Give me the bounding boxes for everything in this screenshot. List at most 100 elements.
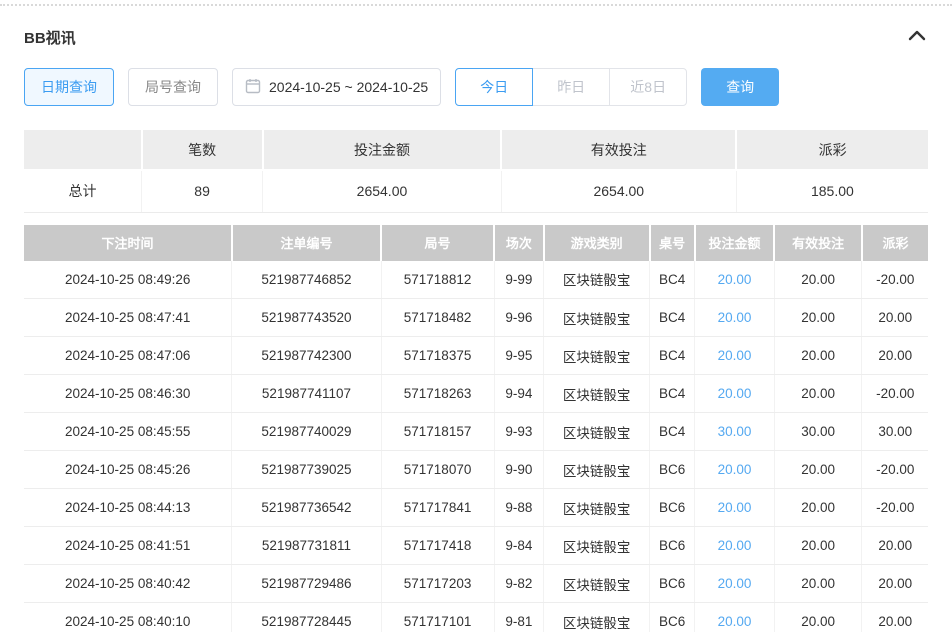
date-query-tab[interactable]: 日期查询 (24, 68, 114, 106)
cell-table-no: BC4 (650, 261, 695, 299)
bet-amount-link[interactable]: 20.00 (718, 614, 752, 629)
summary-header-cell: 投注金额 (263, 130, 502, 170)
quick-today-button[interactable]: 今日 (455, 68, 533, 106)
cell-valid-bet: 20.00 (774, 489, 862, 527)
cell-valid-bet: 20.00 (774, 337, 862, 375)
quick-yesterday-button[interactable]: 昨日 (532, 68, 610, 106)
cell-game-type: 区块链骰宝 (544, 489, 650, 527)
quick-last8days-button[interactable]: 近8日 (609, 68, 687, 106)
summary-total-row: 总计 89 2654.00 2654.00 185.00 (24, 170, 928, 212)
cell-time: 2024-10-25 08:44:13 (24, 489, 232, 527)
cell-bet-amount: 20.00 (695, 451, 775, 489)
page-title: BB视讯 (24, 27, 76, 48)
cell-valid-bet: 20.00 (774, 527, 862, 565)
cell-payout: -20.00 (862, 375, 928, 413)
cell-game-type: 区块链骰宝 (544, 375, 650, 413)
bet-amount-link[interactable]: 30.00 (718, 424, 752, 439)
date-range-value: 2024-10-25 ~ 2024-10-25 (269, 79, 428, 95)
cell-round-no: 571717101 (381, 603, 494, 632)
bet-table-header-cell: 派彩 (862, 225, 928, 261)
bet-table-header-cell: 局号 (381, 225, 494, 261)
cell-game-type: 区块链骰宝 (544, 413, 650, 451)
cell-session: 9-82 (494, 565, 544, 603)
cell-order-no: 521987728445 (232, 603, 381, 632)
summary-valid-bet: 2654.00 (501, 170, 736, 212)
cell-valid-bet: 20.00 (774, 603, 862, 632)
cell-table-no: BC6 (650, 451, 695, 489)
bet-table-header-cell: 游戏类别 (544, 225, 650, 261)
cell-payout: -20.00 (862, 451, 928, 489)
bet-amount-link[interactable]: 20.00 (718, 576, 752, 591)
cell-game-type: 区块链骰宝 (544, 451, 650, 489)
cell-time: 2024-10-25 08:47:06 (24, 337, 232, 375)
cell-bet-amount: 20.00 (695, 261, 775, 299)
cell-order-no: 521987742300 (232, 337, 381, 375)
cell-time: 2024-10-25 08:40:42 (24, 565, 232, 603)
table-row: 2024-10-25 08:47:41521987743520571718482… (24, 299, 928, 337)
bet-table-header-cell: 投注金额 (695, 225, 775, 261)
panel-header: BB视讯 (24, 26, 928, 48)
cell-session: 9-81 (494, 603, 544, 632)
cell-valid-bet: 20.00 (774, 299, 862, 337)
cell-table-no: BC6 (650, 489, 695, 527)
table-row: 2024-10-25 08:44:13521987736542571717841… (24, 489, 928, 527)
bet-amount-link[interactable]: 20.00 (718, 538, 752, 553)
cell-time: 2024-10-25 08:46:30 (24, 375, 232, 413)
cell-payout: 20.00 (862, 527, 928, 565)
table-row: 2024-10-25 08:40:42521987729486571717203… (24, 565, 928, 603)
date-range-input[interactable]: 2024-10-25 ~ 2024-10-25 (232, 68, 441, 106)
summary-bet-amount: 2654.00 (263, 170, 502, 212)
bet-amount-link[interactable]: 20.00 (718, 310, 752, 325)
bet-amount-link[interactable]: 20.00 (718, 386, 752, 401)
cell-time: 2024-10-25 08:47:41 (24, 299, 232, 337)
quick-date-group: 今日 昨日 近8日 (455, 68, 687, 106)
bet-amount-link[interactable]: 20.00 (718, 272, 752, 287)
summary-header-cell: 有效投注 (501, 130, 736, 170)
cell-order-no: 521987741107 (232, 375, 381, 413)
cell-order-no: 521987731811 (232, 527, 381, 565)
summary-header-cell: 笔数 (142, 130, 263, 170)
cell-order-no: 521987739025 (232, 451, 381, 489)
cell-session: 9-99 (494, 261, 544, 299)
bet-table: 下注时间注单编号局号场次游戏类别桌号投注金额有效投注派彩 2024-10-25 … (24, 225, 928, 632)
summary-header-row: 笔数 投注金额 有效投注 派彩 (24, 130, 928, 170)
summary-table: 笔数 投注金额 有效投注 派彩 总计 89 2654.00 2654.00 18… (24, 130, 928, 213)
cell-game-type: 区块链骰宝 (544, 565, 650, 603)
bet-table-header-cell: 桌号 (650, 225, 695, 261)
cell-session: 9-90 (494, 451, 544, 489)
cell-round-no: 571717418 (381, 527, 494, 565)
cell-table-no: BC4 (650, 337, 695, 375)
cell-table-no: BC6 (650, 603, 695, 632)
summary-header-cell (24, 130, 142, 170)
cell-bet-amount: 20.00 (695, 299, 775, 337)
cell-session: 9-95 (494, 337, 544, 375)
bet-table-body: 2024-10-25 08:49:26521987746852571718812… (24, 261, 928, 632)
bet-amount-link[interactable]: 20.00 (718, 348, 752, 363)
cell-valid-bet: 20.00 (774, 261, 862, 299)
cell-round-no: 571717841 (381, 489, 494, 527)
cell-bet-amount: 20.00 (695, 375, 775, 413)
table-row: 2024-10-25 08:47:06521987742300571718375… (24, 337, 928, 375)
cell-session: 9-88 (494, 489, 544, 527)
cell-valid-bet: 20.00 (774, 451, 862, 489)
summary-header-cell: 派彩 (736, 130, 928, 170)
collapse-button[interactable] (906, 26, 928, 48)
cell-payout: 20.00 (862, 299, 928, 337)
cell-time: 2024-10-25 08:45:55 (24, 413, 232, 451)
chevron-up-icon (908, 28, 926, 46)
cell-time: 2024-10-25 08:41:51 (24, 527, 232, 565)
bet-amount-link[interactable]: 20.00 (718, 500, 752, 515)
cell-game-type: 区块链骰宝 (544, 261, 650, 299)
bet-amount-link[interactable]: 20.00 (718, 462, 752, 477)
round-query-tab[interactable]: 局号查询 (128, 68, 218, 106)
cell-game-type: 区块链骰宝 (544, 527, 650, 565)
summary-total-label: 总计 (24, 170, 142, 212)
cell-session: 9-94 (494, 375, 544, 413)
search-button[interactable]: 查询 (701, 68, 779, 106)
cell-table-no: BC4 (650, 375, 695, 413)
page: BB视讯 日期查询 局号查询 2024-10-25 ~ 2024-10-25 今… (0, 0, 952, 632)
cell-payout: -20.00 (862, 261, 928, 299)
summary-total-count: 89 (142, 170, 263, 212)
bet-table-header-cell: 场次 (494, 225, 544, 261)
table-row: 2024-10-25 08:49:26521987746852571718812… (24, 261, 928, 299)
